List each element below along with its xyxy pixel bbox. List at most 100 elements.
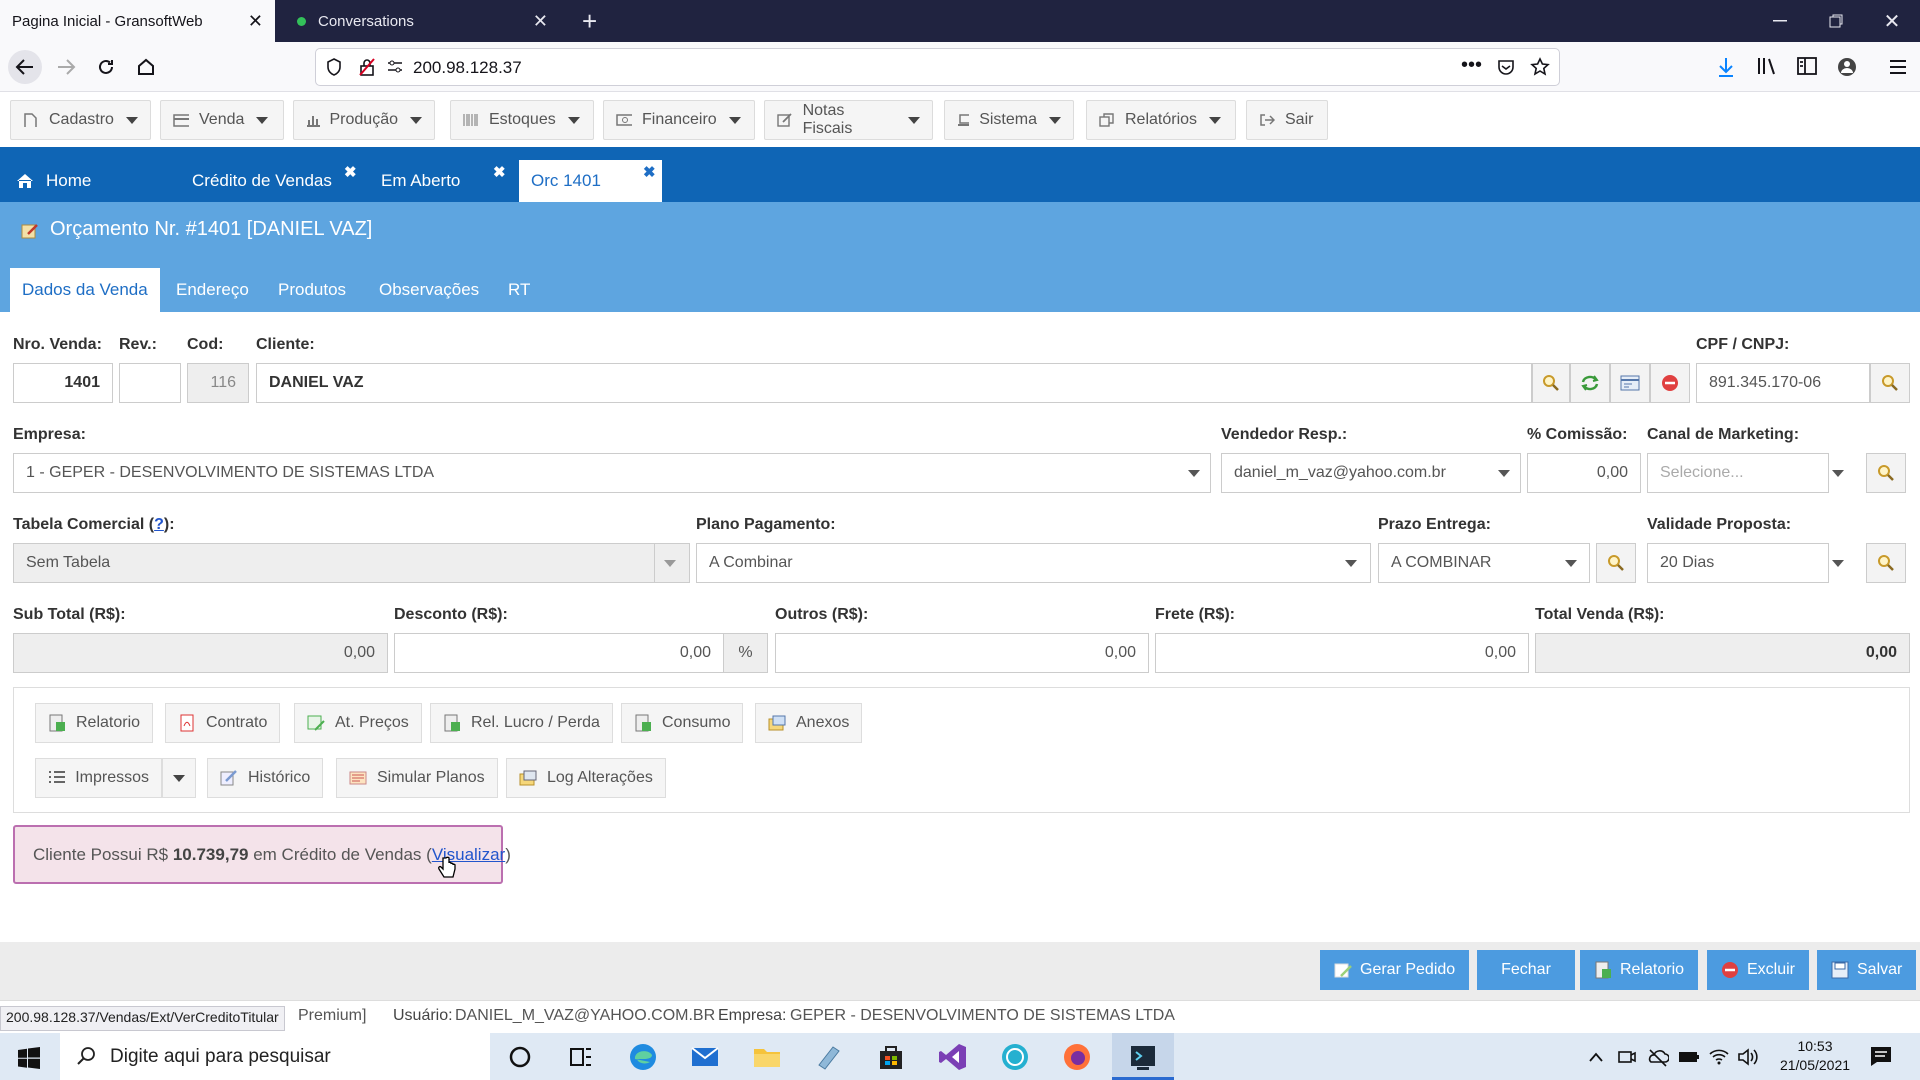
menu-sistema[interactable]: Sistema	[944, 100, 1074, 140]
restore-icon[interactable]	[1808, 0, 1864, 42]
cliente-field[interactable]: DANIEL VAZ	[256, 363, 1532, 403]
store-icon[interactable]	[875, 1041, 907, 1073]
browser-tab-gransoft[interactable]: Pagina Inicial - GransoftWeb ✕	[0, 0, 275, 42]
wifi-icon[interactable]	[1708, 1046, 1730, 1066]
download-icon[interactable]	[1716, 56, 1736, 78]
gerar-pedido-button[interactable]: Gerar Pedido	[1320, 950, 1470, 990]
library-icon[interactable]	[1756, 56, 1778, 76]
tab-home[interactable]: Home	[16, 160, 91, 202]
subtab-endereco[interactable]: Endereço	[164, 268, 261, 312]
task-view-icon[interactable]	[565, 1041, 597, 1073]
battery-icon[interactable]	[1678, 1049, 1700, 1065]
snip-icon[interactable]	[813, 1041, 845, 1073]
meet-now-icon[interactable]	[1617, 1047, 1637, 1067]
firefox-icon[interactable]	[1061, 1041, 1093, 1073]
fechar-button[interactable]: Fechar	[1477, 950, 1575, 990]
cpf-field[interactable]: 891.345.170-06	[1696, 363, 1870, 403]
window-close-icon[interactable]: ✕	[1864, 0, 1920, 42]
log-alteracoes-button[interactable]: Log Alterações	[506, 758, 666, 798]
close-tab-icon[interactable]: ✖	[493, 163, 506, 181]
desconto-percent-toggle[interactable]: %	[723, 633, 768, 673]
windows-start-icon[interactable]	[18, 1047, 40, 1069]
empresa-select[interactable]: 1 - GEPER - DESENVOLVIMENTO DE SISTEMAS …	[13, 453, 1211, 493]
minimize-icon[interactable]	[1752, 0, 1808, 42]
card-cliente-button[interactable]	[1610, 363, 1650, 403]
reload-icon[interactable]	[89, 50, 123, 84]
desconto-field[interactable]: 0,00	[394, 633, 724, 673]
refresh-cliente-button[interactable]	[1570, 363, 1610, 403]
back-arrow-icon[interactable]	[8, 50, 42, 84]
comissao-field[interactable]: 0,00	[1527, 453, 1641, 493]
search-cpf-button[interactable]	[1870, 363, 1910, 403]
onedrive-icon[interactable]	[1647, 1047, 1669, 1067]
sidebar-icon[interactable]	[1796, 56, 1818, 76]
menu-producao[interactable]: Produção	[293, 100, 435, 140]
frete-field[interactable]: 0,00	[1155, 633, 1529, 673]
close-tab-icon[interactable]: ✖	[643, 163, 656, 181]
rev-field[interactable]	[119, 363, 181, 403]
relatorio-button[interactable]: Relatorio	[35, 703, 154, 743]
tab-credito-de-vendas[interactable]: Crédito de Vendas	[192, 160, 332, 202]
impressos-button[interactable]: Impressos	[35, 758, 162, 798]
menu-notas-fiscais[interactable]: Notas Fiscais	[764, 100, 933, 140]
prazo-select[interactable]: A COMBINAR	[1378, 543, 1590, 583]
active-app-slot[interactable]	[1112, 1033, 1174, 1080]
chevron-up-icon[interactable]	[1588, 1051, 1604, 1063]
search-cliente-button[interactable]	[1532, 363, 1570, 403]
anexos-button[interactable]: Anexos	[755, 703, 863, 743]
menu-cadastro[interactable]: Cadastro	[10, 100, 151, 140]
forward-arrow-icon[interactable]	[49, 50, 83, 84]
menu-sair[interactable]: Sair	[1246, 100, 1328, 140]
subtab-observacoes[interactable]: Observações	[367, 268, 491, 312]
tab-orc-1401[interactable]: Orc 1401	[519, 160, 662, 202]
notifications-icon[interactable]	[1869, 1045, 1893, 1067]
taskbar-clock[interactable]: 10:53 21/05/2021	[1770, 1037, 1860, 1075]
subtab-rt[interactable]: RT	[496, 268, 542, 312]
edge-icon[interactable]	[627, 1041, 659, 1073]
menu-financeiro[interactable]: Financeiro	[603, 100, 755, 140]
home-icon[interactable]	[129, 50, 163, 84]
volume-icon[interactable]	[1737, 1047, 1759, 1067]
menu-venda[interactable]: Venda	[160, 100, 284, 140]
outros-field[interactable]: 0,00	[775, 633, 1149, 673]
search-canal-button[interactable]	[1866, 453, 1906, 493]
footer-relatorio-button[interactable]: Relatorio	[1580, 950, 1699, 990]
close-tab-icon[interactable]: ✖	[344, 163, 357, 181]
visual-studio-icon[interactable]	[937, 1041, 969, 1073]
account-icon[interactable]	[1836, 56, 1858, 78]
plano-select[interactable]: A Combinar	[696, 543, 1371, 583]
search-validade-button[interactable]	[1866, 543, 1906, 583]
hamburger-menu-icon[interactable]	[1888, 58, 1908, 76]
browser-tab-conversations[interactable]: Conversations ✕	[285, 0, 560, 42]
close-tab-icon[interactable]: ✕	[248, 12, 263, 30]
contrato-button[interactable]: Contrato	[165, 703, 281, 743]
salvar-button[interactable]: Salvar	[1817, 950, 1917, 990]
canal-select[interactable]: Selecione...	[1647, 453, 1844, 493]
remove-cliente-button[interactable]	[1650, 363, 1690, 403]
nro-venda-field[interactable]: 1401	[13, 363, 113, 403]
tabela-help-link[interactable]: ?	[154, 516, 164, 533]
address-bar[interactable]: 200.98.128.37 •••	[315, 48, 1560, 86]
at-precos-button[interactable]: At. Preços	[294, 703, 422, 743]
rel-lucro-perda-button[interactable]: Rel. Lucro / Perda	[430, 703, 613, 743]
tab-em-aberto[interactable]: Em Aberto	[381, 160, 460, 202]
pocket-icon[interactable]	[1497, 58, 1515, 76]
vendedor-select[interactable]: daniel_m_vaz@yahoo.com.br	[1221, 453, 1521, 493]
subtab-produtos[interactable]: Produtos	[266, 268, 358, 312]
new-tab-icon[interactable]: +	[570, 0, 600, 42]
menu-estoques[interactable]: Estoques	[450, 100, 594, 140]
bookmark-star-icon[interactable]	[1530, 57, 1550, 77]
more-actions-icon[interactable]: •••	[1461, 54, 1482, 77]
search-prazo-button[interactable]	[1596, 543, 1636, 583]
validade-select[interactable]: 20 Dias	[1647, 543, 1844, 583]
file-explorer-icon[interactable]	[751, 1041, 783, 1073]
close-tab-icon[interactable]: ✕	[533, 12, 548, 30]
excluir-button[interactable]: Excluir	[1707, 950, 1810, 990]
whatsapp-icon[interactable]	[999, 1041, 1031, 1073]
consumo-button[interactable]: Consumo	[621, 703, 744, 743]
mail-icon[interactable]	[689, 1041, 721, 1073]
menu-relatorios[interactable]: Relatórios	[1086, 100, 1236, 140]
historico-button[interactable]: Histórico	[207, 758, 324, 798]
taskbar-search-input[interactable]: Digite aqui para pesquisar	[60, 1033, 490, 1080]
subtab-dados-da-venda[interactable]: Dados da Venda	[10, 268, 160, 312]
